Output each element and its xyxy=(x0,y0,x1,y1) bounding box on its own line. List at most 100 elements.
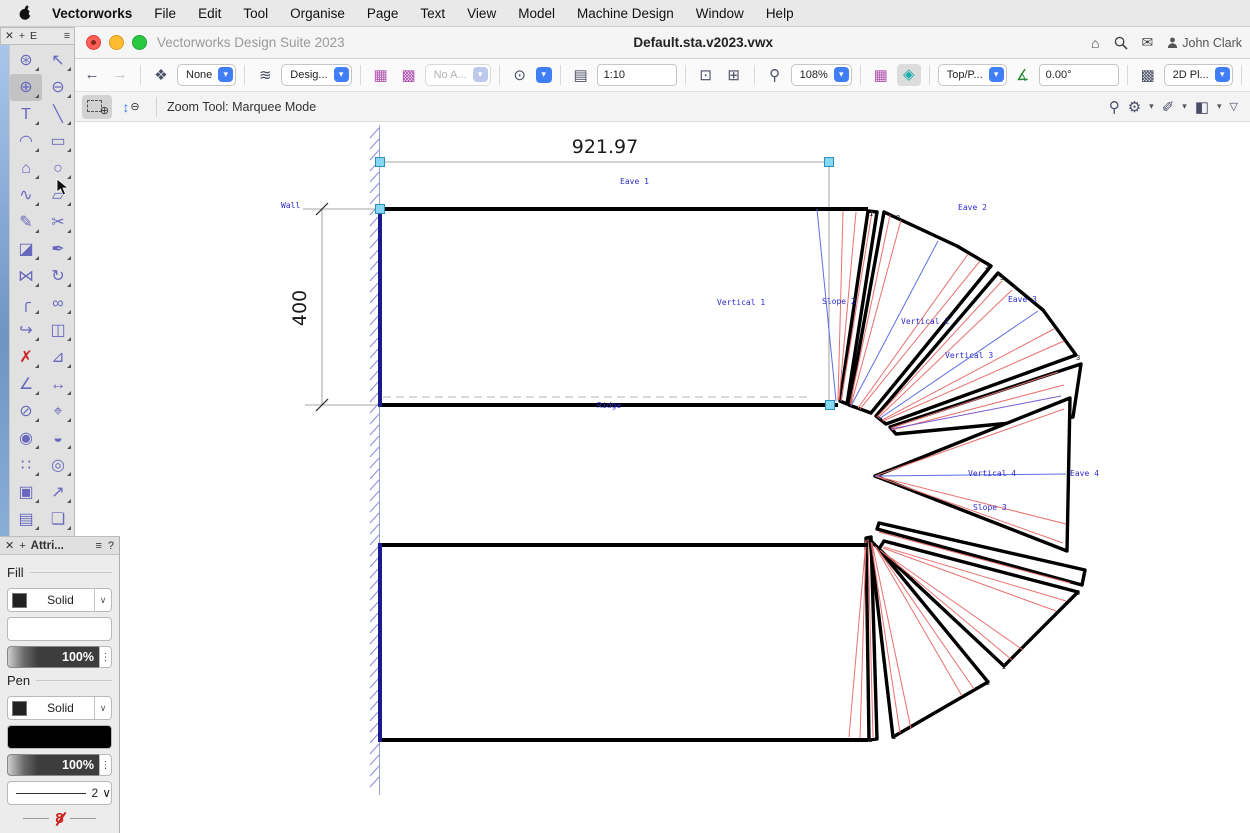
close-window-button[interactable] xyxy=(86,35,101,50)
tool-selection[interactable]: ↖ xyxy=(42,47,74,74)
zoom-icon[interactable]: ⚲ xyxy=(763,66,787,84)
menu-file[interactable]: File xyxy=(143,6,187,21)
expand-icon[interactable]: + xyxy=(19,540,25,552)
tool-callout[interactable]: ↗ xyxy=(42,479,74,506)
tool-rotate[interactable]: ↻ xyxy=(42,263,74,290)
tool-extract[interactable]: ◫ xyxy=(42,317,74,344)
rotation-field[interactable]: 0.00° xyxy=(1039,64,1119,86)
class-dropdown[interactable]: None ▾ xyxy=(177,64,236,86)
menu-text[interactable]: Text xyxy=(409,6,456,21)
scale-field[interactable]: 1:10 xyxy=(597,64,677,86)
pen-color-well[interactable] xyxy=(7,725,112,749)
fill-opacity-slider[interactable]: 100% xyxy=(7,646,99,668)
selection-handles[interactable] xyxy=(376,158,835,410)
saved-view-dropdown[interactable]: No A... ▾ xyxy=(425,64,491,86)
tool-trim[interactable]: ✗ xyxy=(10,344,42,371)
tool-text[interactable]: T xyxy=(10,101,42,128)
tool-drill-center[interactable]: ◎ xyxy=(42,452,74,479)
saved-view-icon[interactable]: ▦ xyxy=(369,66,393,84)
pen-opacity-menu[interactable]: ⋮ xyxy=(99,754,112,776)
tool-zoom-in[interactable]: ⊕ xyxy=(10,74,42,101)
tool-tape-measure[interactable]: ⊿ xyxy=(42,344,74,371)
tool-fillet[interactable]: ╭ xyxy=(10,290,42,317)
tool-select-similar[interactable]: ▣ xyxy=(10,479,42,506)
layer-scale-icon[interactable]: ▤ xyxy=(569,66,593,84)
interactive-zoom-mode-button[interactable]: ↕ ⊖ xyxy=(116,95,146,119)
tool-duplicate-document[interactable]: ❏ xyxy=(42,506,74,533)
marquee-zoom-mode-button[interactable]: ⊕ xyxy=(82,95,112,119)
tool-line[interactable]: ╲ xyxy=(42,101,74,128)
tool-offset[interactable]: ↪ xyxy=(10,317,42,344)
menu-view[interactable]: View xyxy=(456,6,507,21)
mail-icon[interactable]: ✉ xyxy=(1142,34,1154,51)
marker-style-row[interactable]: 8 xyxy=(7,811,112,826)
zoom-window-button[interactable] xyxy=(132,35,147,50)
fill-style-dropdown[interactable]: Solid ∨ xyxy=(7,588,112,612)
fit-to-objects-icon[interactable]: ⊞ xyxy=(722,66,746,84)
menu-machine-design[interactable]: Machine Design xyxy=(566,6,685,21)
tool-polyline[interactable]: ∿ xyxy=(10,182,42,209)
unified-view-icon[interactable]: ◈ xyxy=(897,64,921,86)
tool-diameter-dimension[interactable]: ⊘ xyxy=(10,398,42,425)
saved-view-edit-icon[interactable]: ▩ xyxy=(397,66,421,84)
menu-model[interactable]: Model xyxy=(507,6,566,21)
zoom-level-dropdown[interactable]: 108% ▾ xyxy=(791,64,852,86)
palette-menu-icon[interactable]: ≡ xyxy=(95,540,101,552)
tool-protractor[interactable]: ◒ xyxy=(42,425,74,452)
line-weight-zoom-icon[interactable]: ⚲ xyxy=(1109,98,1120,116)
tool-mirror[interactable]: ⋈ xyxy=(10,263,42,290)
back-icon[interactable]: ← xyxy=(80,66,104,83)
menu-edit[interactable]: Edit xyxy=(187,6,232,21)
tool-flyover[interactable]: ⊛ xyxy=(10,47,42,74)
tool-zoom-out[interactable]: ⊖ xyxy=(42,74,74,101)
tool-eyedropper[interactable]: ✒ xyxy=(42,236,74,263)
tool-center-mark[interactable]: ⌖ xyxy=(42,398,74,425)
tool-eraser[interactable]: ◪ xyxy=(10,236,42,263)
layers-icon[interactable]: ≋ xyxy=(253,66,277,84)
palette-menu-icon[interactable]: ≡ xyxy=(64,30,70,42)
reference-display-icon[interactable]: ▩ xyxy=(1136,66,1160,84)
apple-icon[interactable] xyxy=(18,5,33,21)
view-dropdown[interactable]: Top/P... ▾ xyxy=(938,64,1007,86)
fill-color-well[interactable] xyxy=(7,617,112,641)
menu-window[interactable]: Window xyxy=(685,6,755,21)
tool-arc[interactable]: ◠ xyxy=(10,128,42,155)
surface-style-icon[interactable]: ◧ xyxy=(1195,98,1209,116)
gear-icon[interactable]: ⚙ xyxy=(1128,98,1141,116)
project-sharing-icon[interactable]: ❖ xyxy=(149,66,173,84)
menu-page[interactable]: Page xyxy=(356,6,410,21)
close-icon[interactable]: ✕ xyxy=(5,30,14,42)
minimize-window-button[interactable] xyxy=(109,35,124,50)
menu-help[interactable]: Help xyxy=(755,6,805,21)
tool-freehand[interactable]: ✎ xyxy=(10,209,42,236)
tool-align-distribute[interactable]: ∷ xyxy=(10,452,42,479)
pen-opacity-slider[interactable]: 100% xyxy=(7,754,99,776)
tool-connect-combine[interactable]: ∞ xyxy=(42,290,74,317)
menu-vectorworks[interactable]: Vectorworks xyxy=(41,6,143,21)
multiple-view-panes-icon[interactable]: ▦ xyxy=(869,66,893,84)
help-icon[interactable]: ? xyxy=(108,540,114,552)
tool-snip[interactable]: ✂ xyxy=(42,209,74,236)
line-weight-dropdown[interactable]: 2 ∨ xyxy=(7,781,112,805)
pen-style-dropdown[interactable]: Solid ∨ xyxy=(7,696,112,720)
menu-tool[interactable]: Tool xyxy=(232,6,279,21)
tool-angle-dimension[interactable]: ∠ xyxy=(10,371,42,398)
forward-icon[interactable]: → xyxy=(108,66,132,83)
expand-icon[interactable]: + xyxy=(19,30,25,42)
fill-opacity-menu[interactable]: ⋮ xyxy=(99,646,112,668)
plane-dropdown[interactable]: 2D Pl... ▾ xyxy=(1164,64,1233,86)
visibility-dropdown[interactable]: ▾ xyxy=(536,67,552,83)
rotate-plan-icon[interactable]: ∡ xyxy=(1011,66,1035,84)
menu-organise[interactable]: Organise xyxy=(279,6,356,21)
tool-rectangle[interactable]: ▭ xyxy=(42,128,74,155)
layer-dropdown[interactable]: Desig... ▾ xyxy=(281,64,351,86)
search-icon[interactable] xyxy=(1114,36,1128,50)
tool-walkthrough[interactable]: ◉ xyxy=(10,425,42,452)
tool-linear-dimension[interactable]: ↔ xyxy=(42,371,74,398)
visibility-icon[interactable]: ⊙ xyxy=(508,66,532,84)
home-icon[interactable]: ⌂ xyxy=(1091,35,1099,51)
tool-polygon[interactable]: ⌂ xyxy=(10,155,42,182)
user-account[interactable]: John Clark xyxy=(1167,36,1242,50)
fit-to-window-icon[interactable]: ⊡ xyxy=(694,66,718,84)
tool-title-block[interactable]: ▤ xyxy=(10,506,42,533)
